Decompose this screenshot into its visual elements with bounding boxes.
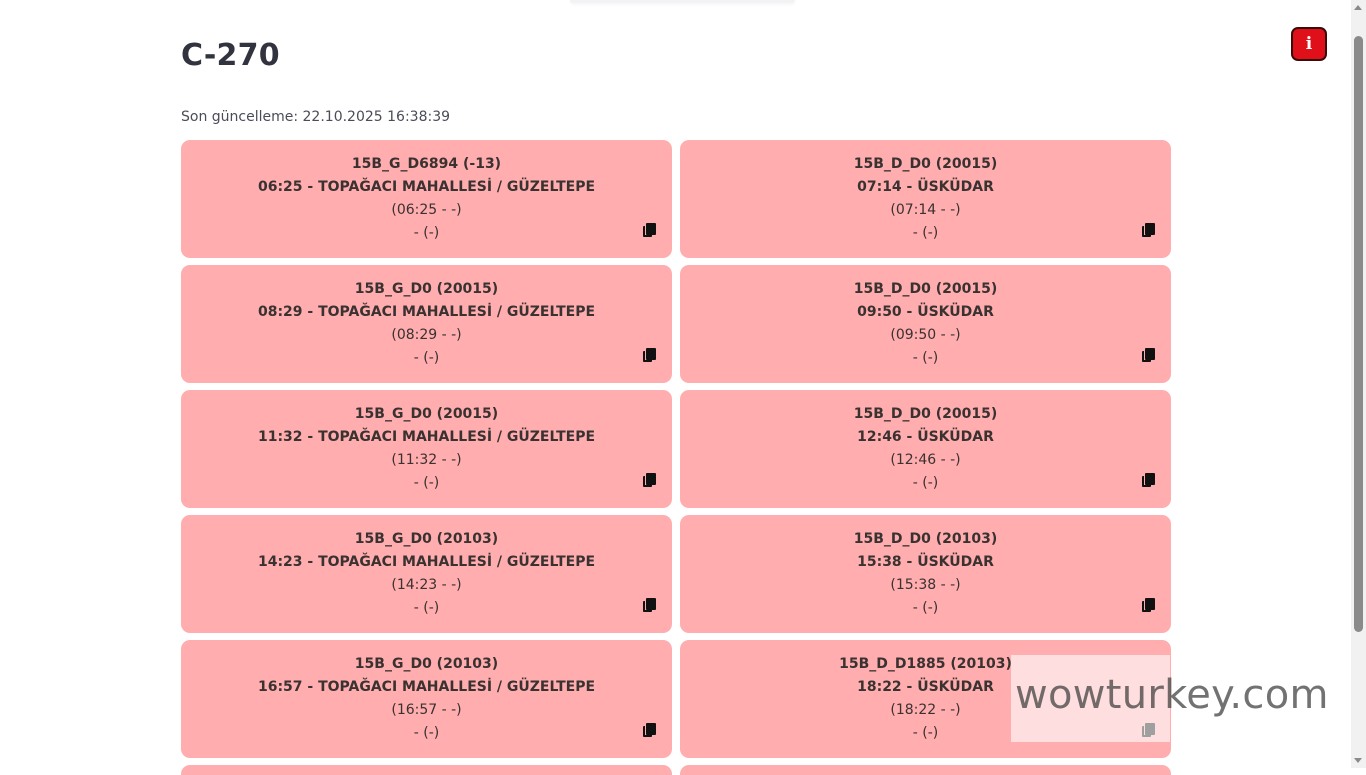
copy-icon[interactable] <box>643 723 657 738</box>
trip-status: - (-) <box>912 350 939 366</box>
trip-code: 15B_G_D6894 (-13) <box>351 156 502 172</box>
copy-icon[interactable] <box>1142 598 1156 613</box>
copy-icon[interactable] <box>643 223 657 238</box>
trip-code: 15B_G_D0 (20015) <box>354 406 499 422</box>
trip-planned: (08:29 - -) <box>391 327 462 343</box>
trip-departure: 14:23 - TOPAĞACI MAHALLESİ / GÜZELTEPE <box>257 554 596 570</box>
info-icon: i <box>1305 33 1313 54</box>
trip-departure: 16:57 - TOPAĞACI MAHALLESİ / GÜZELTEPE <box>257 679 596 695</box>
trip-card[interactable]: 15B_G_D0 (20015) 11:32 - TOPAĞACI MAHALL… <box>181 390 672 508</box>
trip-departure: 06:25 - TOPAĞACI MAHALLESİ / GÜZELTEPE <box>257 179 596 195</box>
top-toolbar-edge <box>570 0 795 3</box>
trip-planned: (06:25 - -) <box>391 202 462 218</box>
trip-planned: (09:50 - -) <box>890 327 961 343</box>
trip-planned: (12:46 - -) <box>890 452 961 468</box>
trip-card[interactable]: 15B_D_D0 (20015) 12:46 - ÜSKÜDAR (12:46 … <box>680 390 1171 508</box>
trip-card-partial[interactable] <box>680 765 1171 775</box>
trip-card[interactable]: 15B_G_D6894 (-13) 06:25 - TOPAĞACI MAHAL… <box>181 140 672 258</box>
trip-card-partial[interactable] <box>181 765 672 775</box>
trip-departure: 12:46 - ÜSKÜDAR <box>857 429 994 445</box>
scroll-down-icon[interactable] <box>1354 758 1362 763</box>
trip-code: 15B_G_D0 (20103) <box>354 531 499 547</box>
trip-code: 15B_D_D0 (20015) <box>853 281 998 297</box>
trip-card[interactable]: 15B_D_D0 (20103) 15:38 - ÜSKÜDAR (15:38 … <box>680 515 1171 633</box>
info-button[interactable]: i <box>1291 27 1327 61</box>
trip-code: 15B_G_D0 (20015) <box>354 281 499 297</box>
trip-status: - (-) <box>912 475 939 491</box>
trip-departure: 08:29 - TOPAĞACI MAHALLESİ / GÜZELTEPE <box>257 304 596 320</box>
trip-status: - (-) <box>413 350 440 366</box>
trip-status: - (-) <box>413 475 440 491</box>
trip-code: 15B_D_D0 (20015) <box>853 406 998 422</box>
trip-departure: 07:14 - ÜSKÜDAR <box>857 179 994 195</box>
trip-planned: (11:32 - -) <box>391 452 462 468</box>
trip-status: - (-) <box>413 725 440 741</box>
trip-card[interactable]: 15B_D_D0 (20015) 07:14 - ÜSKÜDAR (07:14 … <box>680 140 1171 258</box>
trip-card[interactable]: 15B_G_D0 (20015) 08:29 - TOPAĞACI MAHALL… <box>181 265 672 383</box>
trip-departure: 11:32 - TOPAĞACI MAHALLESİ / GÜZELTEPE <box>257 429 596 445</box>
trip-planned: (07:14 - -) <box>890 202 961 218</box>
trip-status: - (-) <box>413 600 440 616</box>
copy-icon[interactable] <box>643 473 657 488</box>
copy-icon[interactable] <box>643 348 657 363</box>
scroll-thumb[interactable] <box>1354 36 1363 632</box>
trip-code: 15B_D_D0 (20103) <box>853 531 998 547</box>
watermark-text: wowturkey.com <box>1015 672 1329 718</box>
trip-status: - (-) <box>912 225 939 241</box>
copy-icon[interactable] <box>643 598 657 613</box>
copy-icon[interactable] <box>1142 348 1156 363</box>
page-title: C-270 <box>181 38 280 73</box>
trip-card[interactable]: 15B_G_D0 (20103) 14:23 - TOPAĞACI MAHALL… <box>181 515 672 633</box>
copy-icon[interactable] <box>1142 473 1156 488</box>
trip-card[interactable]: 15B_D_D0 (20015) 09:50 - ÜSKÜDAR (09:50 … <box>680 265 1171 383</box>
trip-planned: (14:23 - -) <box>391 577 462 593</box>
trip-code: 15B_D_D0 (20015) <box>853 156 998 172</box>
trip-departure: 09:50 - ÜSKÜDAR <box>857 304 994 320</box>
trip-planned: (15:38 - -) <box>890 577 961 593</box>
vertical-scrollbar[interactable] <box>1351 0 1366 768</box>
copy-icon[interactable] <box>1142 223 1156 238</box>
trip-planned: (16:57 - -) <box>391 702 462 718</box>
trip-status: - (-) <box>912 600 939 616</box>
trip-status: - (-) <box>413 225 440 241</box>
last-update-text: Son güncelleme: 22.10.2025 16:38:39 <box>181 109 451 125</box>
trip-card[interactable]: 15B_G_D0 (20103) 16:57 - TOPAĞACI MAHALL… <box>181 640 672 758</box>
trip-code: 15B_G_D0 (20103) <box>354 656 499 672</box>
scroll-up-icon[interactable] <box>1354 5 1362 10</box>
trip-departure: 15:38 - ÜSKÜDAR <box>857 554 994 570</box>
